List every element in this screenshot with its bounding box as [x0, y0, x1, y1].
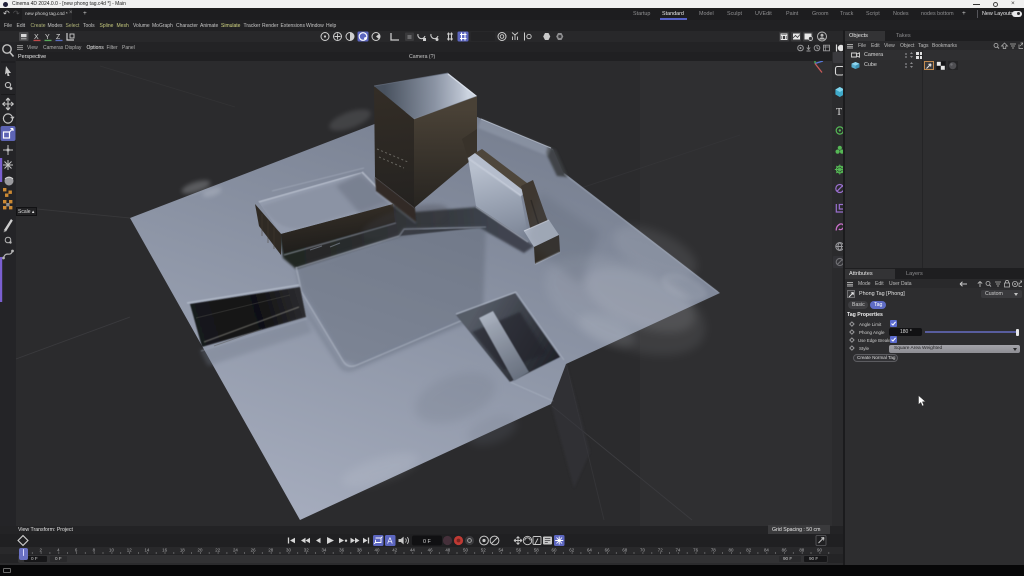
svg-text:18: 18 — [180, 547, 185, 552]
svg-text:42: 42 — [392, 547, 397, 552]
svg-text:58: 58 — [534, 547, 539, 552]
svg-text:6: 6 — [75, 547, 78, 552]
svg-text:80: 80 — [729, 547, 734, 552]
svg-text:0 F: 0 F — [423, 539, 431, 545]
svg-text:70: 70 — [640, 547, 645, 552]
svg-text:44: 44 — [410, 547, 415, 552]
svg-text:16: 16 — [162, 547, 167, 552]
svg-text:30: 30 — [286, 547, 291, 552]
svg-text:84: 84 — [764, 547, 769, 552]
svg-text:64: 64 — [587, 547, 592, 552]
svg-text:86: 86 — [782, 547, 787, 552]
svg-text:62: 62 — [569, 547, 574, 552]
svg-text:72: 72 — [658, 547, 663, 552]
svg-text:28: 28 — [268, 547, 273, 552]
svg-text:8: 8 — [93, 547, 96, 552]
svg-text:T: T — [836, 107, 842, 118]
svg-text:26: 26 — [251, 547, 256, 552]
svg-text:38: 38 — [357, 547, 362, 552]
svg-text:82: 82 — [746, 547, 751, 552]
svg-text:2: 2 — [39, 547, 42, 552]
svg-text:32: 32 — [304, 547, 309, 552]
svg-text:40: 40 — [375, 547, 380, 552]
svg-text:68: 68 — [622, 547, 627, 552]
svg-text:22: 22 — [215, 547, 220, 552]
svg-text:66: 66 — [605, 547, 610, 552]
svg-text:10: 10 — [109, 547, 114, 552]
svg-text:78: 78 — [711, 547, 716, 552]
svg-text:90: 90 — [817, 547, 822, 552]
svg-text:74: 74 — [675, 547, 680, 552]
svg-text:56: 56 — [516, 547, 521, 552]
svg-text:48: 48 — [445, 547, 450, 552]
svg-text:36: 36 — [339, 547, 344, 552]
svg-text:34: 34 — [321, 547, 326, 552]
svg-text:20: 20 — [198, 547, 203, 552]
svg-text:50: 50 — [463, 547, 468, 552]
svg-text:24: 24 — [233, 547, 238, 552]
svg-text:46: 46 — [428, 547, 433, 552]
svg-text:52: 52 — [481, 547, 486, 552]
svg-text:A: A — [387, 537, 393, 546]
svg-text:60: 60 — [552, 547, 557, 552]
svg-text:14: 14 — [144, 547, 149, 552]
svg-text:12: 12 — [127, 547, 132, 552]
svg-text:76: 76 — [693, 547, 698, 552]
svg-text:54: 54 — [498, 547, 503, 552]
svg-text:4: 4 — [57, 547, 60, 552]
svg-text:88: 88 — [799, 547, 804, 552]
